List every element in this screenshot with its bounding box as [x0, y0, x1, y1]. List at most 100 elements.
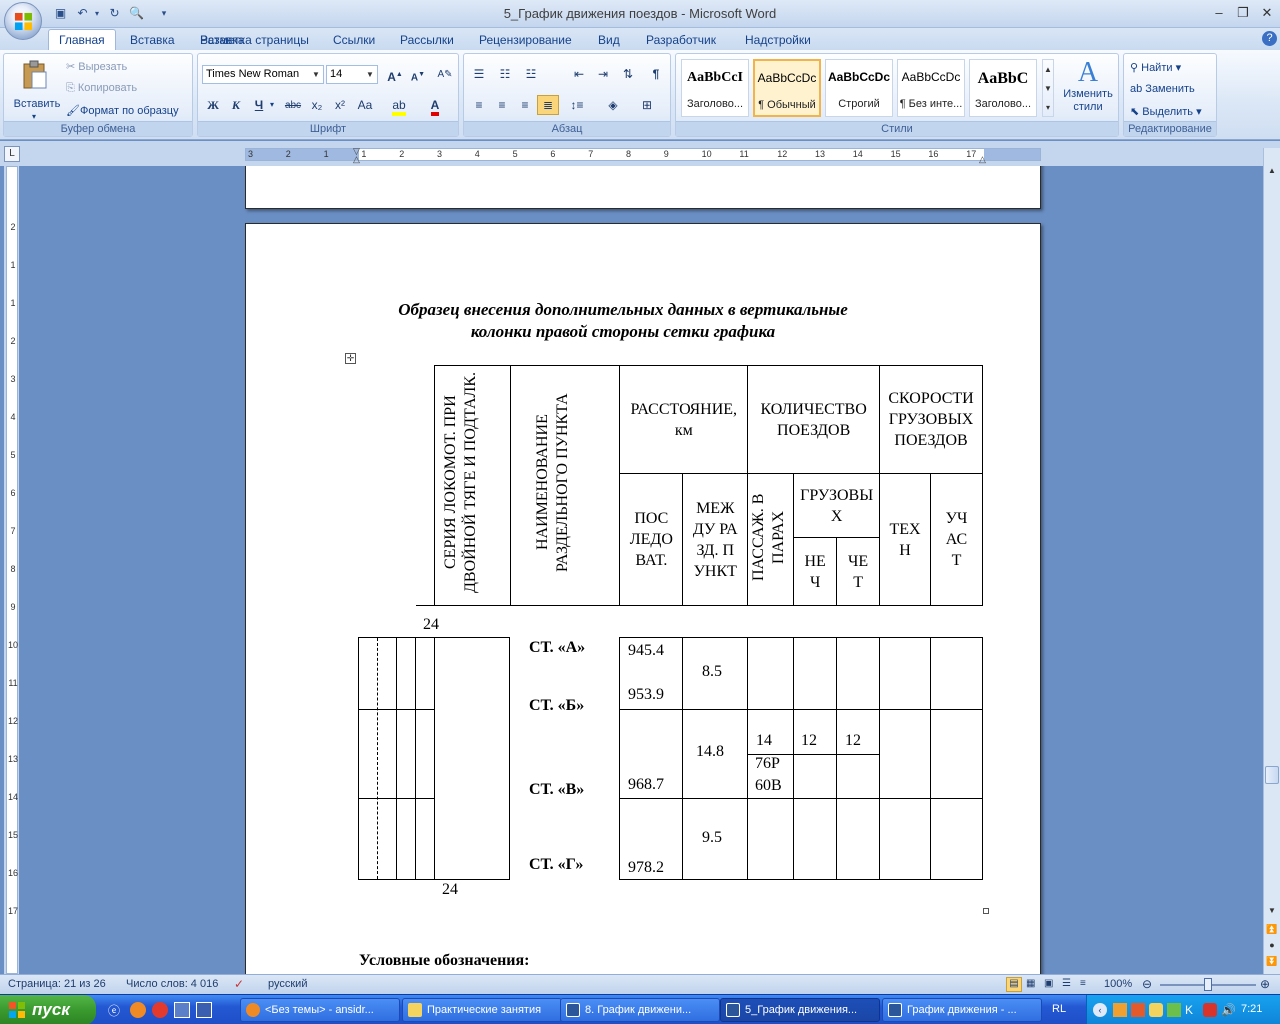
styles-scroll[interactable]: ▲ ▼ ▾ [1042, 59, 1054, 117]
table-move-handle-icon[interactable]: ✛ [345, 353, 356, 364]
grow-font-icon[interactable]: A▲ [384, 64, 406, 84]
shrink-font-icon[interactable]: A▼ [407, 64, 429, 84]
task-word-8[interactable]: 8. График движени... [560, 998, 720, 1022]
decrease-indent-icon[interactable]: ⇤ [568, 64, 590, 84]
print-layout-icon[interactable]: ▤ [1006, 977, 1022, 992]
spelling-check-icon[interactable]: ✓ [234, 977, 244, 991]
strikethrough-button[interactable]: abc [282, 95, 304, 115]
style-no-spacing[interactable]: AaBbCcDc ¶ Без инте... [897, 59, 965, 117]
status-language[interactable]: русский [268, 978, 307, 990]
align-right-icon[interactable]: ≡ [514, 95, 536, 115]
browse-object-icon[interactable]: ● [1265, 940, 1279, 954]
ie-icon[interactable]: ⓔ [108, 1002, 124, 1018]
copy-button[interactable]: ⎘ Копировать [66, 82, 137, 95]
redo-icon[interactable]: ↻ [106, 5, 123, 22]
align-left-icon[interactable]: ≡ [468, 95, 490, 115]
opera-icon[interactable] [152, 1002, 168, 1018]
full-screen-icon[interactable]: ▦ [1026, 978, 1035, 989]
web-layout-icon[interactable]: ▣ [1044, 978, 1053, 989]
font-name-dropdown-icon[interactable]: ▼ [310, 67, 322, 82]
firefox-icon[interactable] [130, 1002, 146, 1018]
scroll-thumb[interactable] [1265, 766, 1279, 784]
align-center-icon[interactable]: ≡ [491, 95, 513, 115]
bullets-icon[interactable]: ☰ [468, 64, 490, 84]
zoom-in-icon[interactable]: ⊕ [1260, 977, 1270, 991]
app-icon[interactable] [174, 1002, 190, 1018]
sort-icon[interactable]: ⇅ [617, 64, 639, 84]
network-icon[interactable] [1167, 1003, 1181, 1017]
vertical-scrollbar[interactable]: ▲ ▼ ⏫ ● ⏬ [1263, 148, 1280, 974]
tray-app-icon[interactable] [1131, 1003, 1145, 1017]
customize-qat-icon[interactable]: ▾ [158, 5, 170, 22]
font-name-combo[interactable]: Times New Roman ▼ [202, 65, 324, 84]
task-word-graph[interactable]: График движения - ... [882, 998, 1042, 1022]
highlight-icon[interactable]: ab [388, 95, 410, 116]
tab-insert-label[interactable]: Вставка [130, 32, 175, 50]
cut-button[interactable]: ✂ Вырезать [66, 60, 127, 73]
task-word-5[interactable]: 5_График движения... [720, 998, 880, 1022]
scroll-up-icon[interactable]: ▲ [1265, 166, 1279, 180]
restore-button[interactable]: ❐ [1232, 5, 1254, 23]
line-spacing-icon[interactable]: ↕≡ [566, 95, 588, 115]
volume-icon[interactable]: 🔊 [1221, 1003, 1236, 1017]
zoom-thumb[interactable] [1204, 978, 1212, 991]
table-resize-handle[interactable] [983, 908, 989, 914]
hanging-indent-marker[interactable]: △ [353, 154, 360, 165]
tab-developer[interactable]: Разработчик [646, 32, 716, 50]
numbering-icon[interactable]: ☷ [494, 64, 516, 84]
font-size-dropdown-icon[interactable]: ▼ [364, 67, 376, 82]
scroll-down-icon[interactable]: ▼ [1265, 906, 1279, 920]
tab-selector-icon[interactable]: L [4, 146, 20, 162]
font-color-icon[interactable]: A [424, 95, 446, 116]
underline-button[interactable]: Ч [248, 95, 270, 115]
style-heading1[interactable]: AaBbCcI Заголово... [681, 59, 749, 117]
format-painter-button[interactable]: 🖌Формат по образцу [66, 104, 179, 117]
next-page-icon[interactable]: ⏬ [1265, 956, 1279, 970]
change-styles-button[interactable]: A Изменить стили [1060, 58, 1116, 122]
prev-page-icon[interactable]: ⏫ [1265, 924, 1279, 938]
style-heading2[interactable]: AaBbC Заголово... [969, 59, 1037, 117]
start-button[interactable]: пуск [0, 995, 96, 1024]
status-words[interactable]: Число слов: 4 016 [126, 978, 218, 990]
borders-icon[interactable]: ⊞ [636, 95, 658, 115]
outline-icon[interactable]: ☰ [1062, 978, 1071, 989]
previous-page[interactable] [245, 166, 1041, 209]
subscript-button[interactable]: x₂ [306, 95, 328, 115]
tab-view[interactable]: Вид [598, 32, 620, 50]
zoom-level[interactable]: 100% [1104, 978, 1132, 990]
zoom-out-icon[interactable]: ⊖ [1142, 977, 1152, 991]
tab-review[interactable]: Рецензирование [479, 32, 572, 50]
select-button[interactable]: ⬉ Выделить ▾ [1130, 105, 1202, 118]
paste-button[interactable]: Вставить ▾ [10, 58, 60, 121]
horizontal-ruler[interactable]: 3 2 1 1 2 3 4 5 6 7 8 9 10 11 12 13 14 15 16 17 ▽ △ △ [245, 146, 1041, 164]
tab-addins[interactable]: Надстройки [745, 32, 811, 50]
close-button[interactable]: ✕ [1256, 5, 1278, 23]
find-button[interactable]: ⚲ Найти ▾ [1130, 61, 1181, 74]
shield-icon[interactable] [1149, 1003, 1163, 1017]
superscript-button[interactable]: x² [329, 95, 351, 115]
justify-icon[interactable]: ≣ [537, 95, 559, 115]
font-size-combo[interactable]: 14 ▼ [326, 65, 378, 84]
style-normal[interactable]: AaBbCcDc ¶ Обычный [753, 59, 821, 117]
task-folder[interactable]: Практические занятия [402, 998, 562, 1022]
clear-format-icon[interactable]: A✎ [434, 64, 456, 84]
show-marks-icon[interactable]: ¶ [645, 64, 667, 84]
undo-icon[interactable]: ↶ [74, 5, 91, 22]
tab-mailings[interactable]: Рассылки [400, 32, 454, 50]
italic-button[interactable]: К [225, 95, 247, 115]
current-page[interactable]: Образец внесения дополнительных данных в… [245, 223, 1041, 974]
vertical-ruler[interactable]: 2 1 1 2 3 4 5 6 7 8 9 10 11 12 13 14 15 16 17 [4, 166, 19, 974]
tab-page-layout[interactable]: Разметка страницы [200, 32, 309, 50]
style-strong[interactable]: AaBbCcDc Строгий [825, 59, 893, 117]
tab-references[interactable]: Ссылки [333, 32, 375, 50]
status-page[interactable]: Страница: 21 из 26 [8, 978, 106, 990]
bold-button[interactable]: Ж [202, 95, 224, 115]
shading-icon[interactable]: ◈ [602, 95, 624, 115]
tray-app-icon[interactable] [1113, 1003, 1127, 1017]
language-indicator[interactable]: RL [1052, 1003, 1066, 1015]
undo-dropdown-icon[interactable]: ▾ [92, 5, 102, 22]
tray-expand-icon[interactable]: ‹ [1093, 1003, 1107, 1017]
print-preview-icon[interactable]: 🔍 [128, 5, 145, 22]
tray-k-icon[interactable]: K [1185, 1003, 1199, 1017]
draft-icon[interactable]: ≡ [1080, 978, 1086, 989]
